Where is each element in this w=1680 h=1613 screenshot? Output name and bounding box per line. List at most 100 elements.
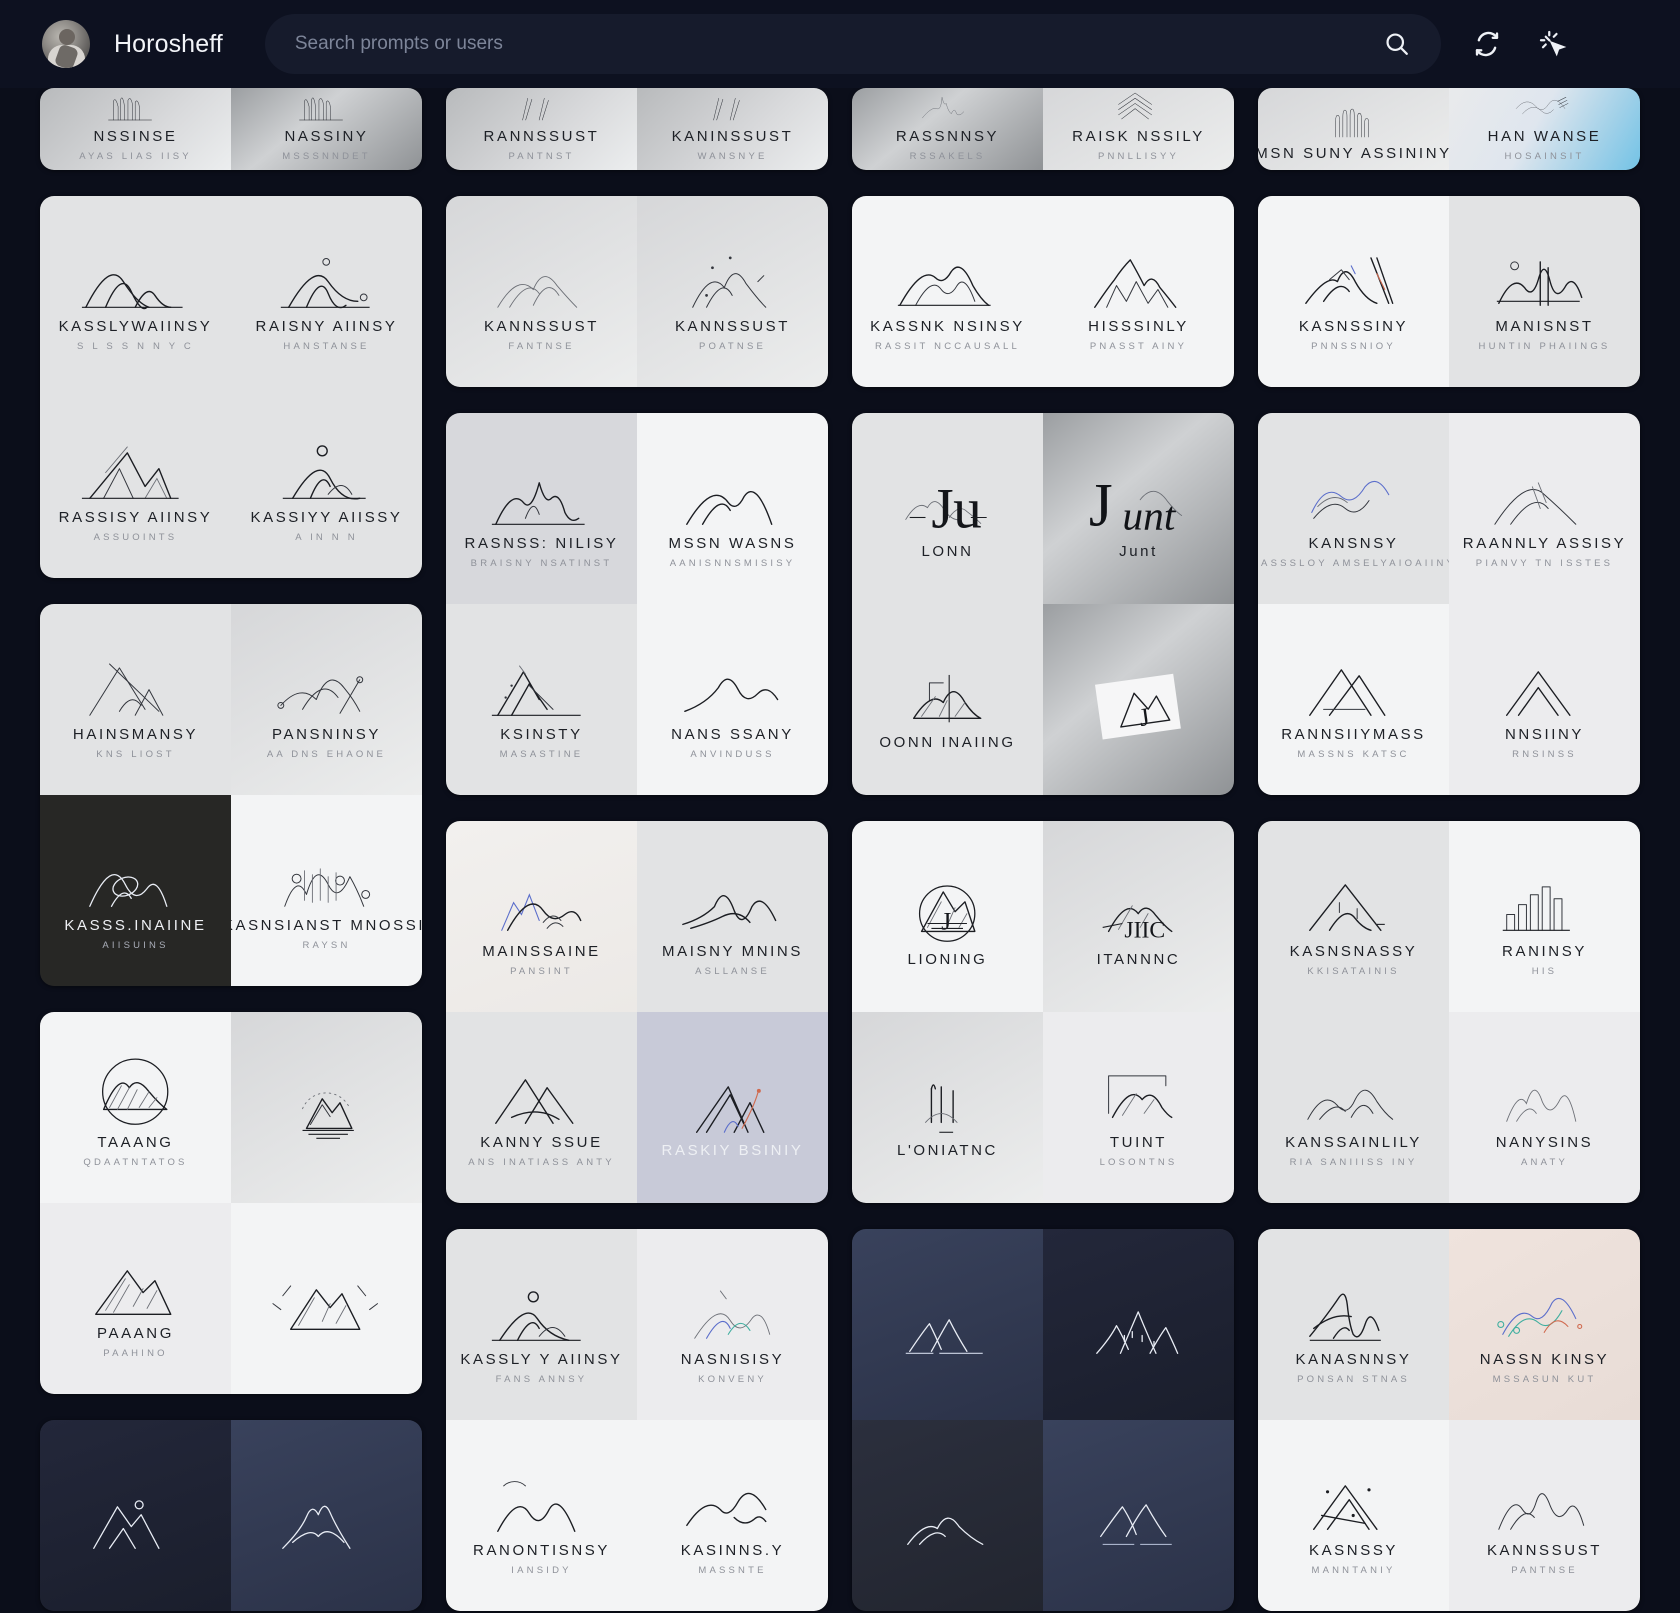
logo-image-tile[interactable] — [40, 1420, 231, 1611]
refresh-icon[interactable] — [1465, 22, 1509, 66]
logo-image-tile[interactable]: PANSNINSY AA DNS EHAONE — [231, 604, 422, 795]
prompt-card[interactable]: RASSNNSY RSSAKELS RAISK NSSILY PNNLLISYY — [852, 88, 1234, 170]
logo-image-tile[interactable]: RASSNNSY RSSAKELS — [852, 88, 1043, 170]
logo-image-tile[interactable]: KANSNSY RASSSLOY AMSELYAIOAIINY — [1258, 413, 1449, 604]
prompt-card[interactable]: RASNSS: NILISY BRAISNY NSATINST MSSN WASNS… — [446, 413, 828, 795]
logo-subtitle: A IN N N — [295, 531, 358, 543]
prompt-card[interactable]: NSSINSE AYAS LIAS IISY NASSINY MSSSNNDET — [40, 88, 422, 170]
logo-subtitle: MANNTANIY — [1311, 1564, 1396, 1576]
image-grid[interactable]: NSSINSE AYAS LIAS IISY NASSINY MSSSNNDET KAS… — [0, 88, 1680, 1613]
logo-image-tile[interactable]: KANNY SSUE ANS INATIASS ANTY — [446, 1012, 637, 1203]
logo-image-tile[interactable]: MSN SUNY ASSININY — [1258, 88, 1449, 170]
search-bar[interactable] — [264, 14, 1441, 74]
prompt-card[interactable]: KASSLY Y AIINSY FANS ANNSY NASNISISY KONVEN… — [446, 1229, 828, 1611]
logo-image-tile[interactable]: KASNSNASSY KKISATAINIS — [1258, 821, 1449, 1012]
logo-image-tile[interactable]: HISSSINLY PNASST AINY — [1043, 196, 1234, 387]
logo-image-tile[interactable]: MSSN WASNS AANISNNSMISISY — [637, 413, 828, 604]
mountain-logo-icon — [76, 1047, 194, 1127]
logo-image-tile[interactable]: KSINSTY MASASTINE — [446, 604, 637, 795]
prompt-card[interactable]: KASSLYWAIINSY S L S S N N Y C RAISNY AIINS… — [40, 196, 422, 578]
logo-image-tile[interactable] — [1043, 1229, 1234, 1420]
logo-image-tile[interactable]: KASSS.INAIINE AIISUINS — [40, 795, 231, 986]
logo-image-tile[interactable]: Junt Junt — [1043, 413, 1234, 604]
logo-image-tile[interactable]: RAISK NSSILY PNNLLISYY — [1043, 88, 1234, 170]
logo-image-tile[interactable]: TUINT LOSONTNS — [1043, 1012, 1234, 1203]
logo-image-tile[interactable]: RASSISY AIINSY ASSUOINTS — [40, 387, 231, 578]
prompt-card[interactable] — [852, 1229, 1234, 1611]
logo-image-tile[interactable]: NNSIINY RNSINSS — [1449, 604, 1640, 795]
logo-image-tile[interactable]: KANSSAINLILY RIA SANIIISS INY — [1258, 1012, 1449, 1203]
logo-image-tile[interactable]: NSSINSE AYAS LIAS IISY — [40, 88, 231, 170]
prompt-card[interactable]: KANSNSY RASSSLOY AMSELYAIOAIINY RAANNLY AS… — [1258, 413, 1640, 795]
logo-image-tile[interactable]: RASKIY BSINIY — [637, 1012, 828, 1203]
logo-image-tile[interactable]: NANYSINS ANATY — [1449, 1012, 1640, 1203]
logo-image-tile[interactable]: RANNSSUST PANTNST — [446, 88, 637, 170]
logo-subtitle: POATNSE — [698, 340, 767, 352]
cursor-click-icon[interactable] — [1531, 22, 1575, 66]
prompt-card[interactable]: KANNSSUST FANTNSE KANNSSUST POATNSE — [446, 196, 828, 387]
search-input[interactable] — [294, 33, 1375, 55]
logo-image-tile[interactable] — [231, 1203, 422, 1394]
logo-image-tile[interactable]: NASNISISY KONVENY — [637, 1229, 828, 1420]
logo-image-tile[interactable]: Ju LONN — [852, 413, 1043, 604]
logo-image-tile[interactable]: KASNSSY MANNTANIY — [1258, 1420, 1449, 1611]
logo-image-tile[interactable]: HAN WANSE HOSAINSIT — [1449, 88, 1640, 170]
logo-image-tile[interactable]: KASSNK NSINSY RASSIT NCCAUSALL — [852, 196, 1043, 387]
logo-image-tile[interactable]: IKASNSIANST MNOSSIZ RAYSN — [231, 795, 422, 986]
logo-image-tile[interactable]: TAAANG QDAATNTATOS — [40, 1012, 231, 1203]
prompt-card[interactable]: TAAANG QDAATNTATOS PAAANG PAAHINO — [40, 1012, 422, 1394]
logo-image-tile[interactable]: RASNSS: NILISY BRAISNY NSATINST — [446, 413, 637, 604]
logo-image-tile[interactable]: KANNSSUST PANTNSE — [1449, 1420, 1640, 1611]
logo-image-tile[interactable] — [852, 1229, 1043, 1420]
logo-image-tile[interactable] — [231, 1420, 422, 1611]
logo-image-tile[interactable]: KASSIYY AIISSY A IN N N — [231, 387, 422, 578]
logo-image-tile[interactable]: RANNSIIYMASS MASSNS KATSC — [1258, 604, 1449, 795]
logo-title: RASNSS: NILISY — [464, 534, 619, 552]
prompt-card[interactable]: HAINSMANSY KNS LIOST PANSNINSY AA DNS EHAON… — [40, 604, 422, 986]
logo-image-tile[interactable]: J — [1043, 604, 1234, 795]
logo-image-tile[interactable]: RAANNLY ASSISY PIANVY TN ISSTES — [1449, 413, 1640, 604]
logo-image-tile[interactable]: KANNSSUST POATNSE — [637, 196, 828, 387]
logo-image-tile[interactable]: RAISNY AIINSY HANSTANSE — [231, 196, 422, 387]
prompt-card[interactable]: J LIONING JIIC ITANNNC L'ONIATNC TUINT LOSONTN… — [852, 821, 1234, 1203]
logo-image-tile[interactable]: KANINSSUST WANSNYE — [637, 88, 828, 170]
logo-image-tile[interactable]: KANNSSUST FANTNSE — [446, 196, 637, 387]
search-icon[interactable] — [1375, 22, 1419, 66]
logo-image-tile[interactable]: KASNSSINY PNNSSNIOY — [1258, 196, 1449, 387]
prompt-card[interactable]: MAINSSAINE PANSINT MAISNY MNINS ASLLANSE KAN… — [446, 821, 828, 1203]
logo-image-tile[interactable]: NANS SSANY ANVINDUSS — [637, 604, 828, 795]
avatar[interactable] — [42, 20, 90, 68]
prompt-card[interactable]: Ju LONN Junt Junt OONN INAIING J — [852, 413, 1234, 795]
prompt-card[interactable] — [40, 1420, 422, 1611]
prompt-card[interactable]: KASNSSINY PNNSSNIOY MANISNST HUNTIN PHAIING… — [1258, 196, 1640, 387]
logo-image-tile[interactable]: PAAANG PAAHINO — [40, 1203, 231, 1394]
logo-image-tile[interactable]: NASSN KINSY MSSASUN KUT — [1449, 1229, 1640, 1420]
logo-image-tile[interactable]: KASSLYWAIINSY S L S S N N Y C — [40, 196, 231, 387]
logo-image-tile[interactable]: MAISNY MNINS ASLLANSE — [637, 821, 828, 1012]
prompt-card[interactable]: KASNSNASSY KKISATAINIS RANINSY HIS KANSSAINL… — [1258, 821, 1640, 1203]
prompt-card[interactable]: MSN SUNY ASSININY HAN WANSE HOSAINSIT — [1258, 88, 1640, 170]
logo-subtitle: WANSNYE — [697, 151, 768, 162]
logo-image-tile[interactable] — [1043, 1420, 1234, 1611]
logo-image-tile[interactable]: MANISNST HUNTIN PHAIINGS — [1449, 196, 1640, 387]
logo-image-tile[interactable] — [852, 1420, 1043, 1611]
logo-image-tile[interactable]: RANINSY HIS — [1449, 821, 1640, 1012]
logo-subtitle: MASASTINE — [499, 748, 584, 760]
logo-image-tile[interactable]: L'ONIATNC — [852, 1012, 1043, 1203]
logo-image-tile[interactable]: RANONTISNSY IANSIDY — [446, 1420, 637, 1611]
logo-image-tile[interactable]: MAINSSAINE PANSINT — [446, 821, 637, 1012]
logo-image-tile[interactable]: HAINSMANSY KNS LIOST — [40, 604, 231, 795]
logo-image-tile[interactable]: J LIONING — [852, 821, 1043, 1012]
prompt-card[interactable]: KANASNNSY PONSAN STNAS NASSN KINSY MSSASUN … — [1258, 1229, 1640, 1611]
prompt-card[interactable]: RANNSSUST PANTNST KANINSSUST WANSNYE — [446, 88, 828, 170]
logo-image-tile[interactable] — [231, 1012, 422, 1203]
logo-image-tile[interactable]: JIIC ITANNNC — [1043, 821, 1234, 1012]
logo-image-tile[interactable]: KASSLY Y AIINSY FANS ANNSY — [446, 1229, 637, 1420]
logo-title: MAISNY MNINS — [662, 942, 803, 960]
logo-image-tile[interactable]: KANASNNSY PONSAN STNAS — [1258, 1229, 1449, 1420]
logo-image-tile[interactable]: NASSINY MSSSNNDET — [231, 88, 422, 170]
logo-image-tile[interactable]: OONN INAIING — [852, 604, 1043, 795]
mountain-logo-icon — [76, 639, 194, 719]
prompt-card[interactable]: KASSNK NSINSY RASSIT NCCAUSALL HISSSINLY PN… — [852, 196, 1234, 387]
logo-image-tile[interactable]: KASINNS.Y MASSNTE — [637, 1420, 828, 1611]
